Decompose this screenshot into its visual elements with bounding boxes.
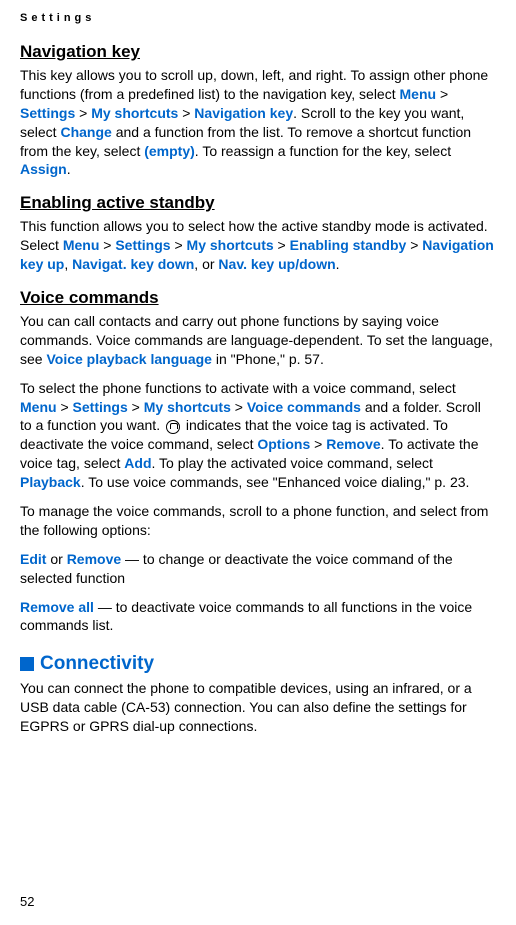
text: To select the phone functions to activat… [20,380,456,396]
menu-path-settings: Settings [73,399,128,415]
paragraph-voice-1: You can call contacts and carry out phon… [20,312,496,369]
action-remove: Remove [326,436,380,452]
separator: > [75,105,91,121]
menu-path-settings: Settings [20,105,75,121]
action-assign: Assign [20,161,67,177]
separator: > [171,237,187,253]
action-edit: Edit [20,551,46,567]
action-empty: (empty) [144,143,195,159]
paragraph-voice-2: To select the phone functions to activat… [20,379,496,492]
menu-path-enabling-standby: Enabling standby [290,237,407,253]
paragraph-connectivity: You can connect the phone to compatible … [20,679,496,736]
separator: > [178,105,194,121]
option-navkey-updown: Nav. key up/down [218,256,335,272]
menu-path-menu: Menu [400,86,437,102]
menu-path-myshortcuts: My shortcuts [144,399,231,415]
menu-path-menu: Menu [20,399,57,415]
separator: > [231,399,247,415]
menu-path-voice-commands: Voice commands [247,399,361,415]
action-options: Options [257,436,310,452]
text: , [64,256,72,272]
heading-navigation-key: Navigation key [20,42,496,62]
heading-voice-commands: Voice commands [20,288,496,308]
menu-path-menu: Menu [63,237,100,253]
paragraph-standby: This function allows you to select how t… [20,217,496,274]
heading-enabling-standby: Enabling active standby [20,193,496,213]
separator: > [310,436,326,452]
text: . To play the activated voice command, s… [152,455,433,471]
text: . To use voice commands, see "Enhanced v… [81,474,470,490]
paragraph-navkey: This key allows you to scroll up, down, … [20,66,496,179]
paragraph-voice-4: Edit or Remove — to change or deactivate… [20,550,496,588]
separator: > [99,237,115,253]
menu-path-myshortcuts: My shortcuts [91,105,178,121]
separator: > [436,86,448,102]
text: , or [194,256,218,272]
action-remove: Remove [67,551,121,567]
separator: > [128,399,144,415]
separator: > [274,237,290,253]
action-playback: Playback [20,474,81,490]
paragraph-voice-3: To manage the voice commands, scroll to … [20,502,496,540]
page-header: Settings [20,12,496,24]
action-remove-all: Remove all [20,599,94,615]
text: in "Phone," p. 57. [212,351,324,367]
menu-path-navigationkey: Navigation key [194,105,293,121]
action-change: Change [60,124,111,140]
separator: > [57,399,73,415]
separator: > [406,237,422,253]
link-voice-playback-language: Voice playback language [46,351,211,367]
page-number: 52 [20,894,34,909]
option-navkey-down: Navigat. key down [72,256,194,272]
menu-path-myshortcuts: My shortcuts [187,237,274,253]
square-bullet-icon [20,657,34,671]
voice-tag-icon [166,420,180,434]
heading-connectivity-label: Connectivity [40,653,154,675]
paragraph-voice-5: Remove all — to deactivate voice command… [20,598,496,636]
heading-connectivity: Connectivity [20,653,496,675]
text: or [46,551,66,567]
text: . [336,256,340,272]
text: . [67,161,71,177]
action-add: Add [124,455,151,471]
menu-path-settings: Settings [115,237,170,253]
text: . To reassign a function for the key, se… [195,143,451,159]
